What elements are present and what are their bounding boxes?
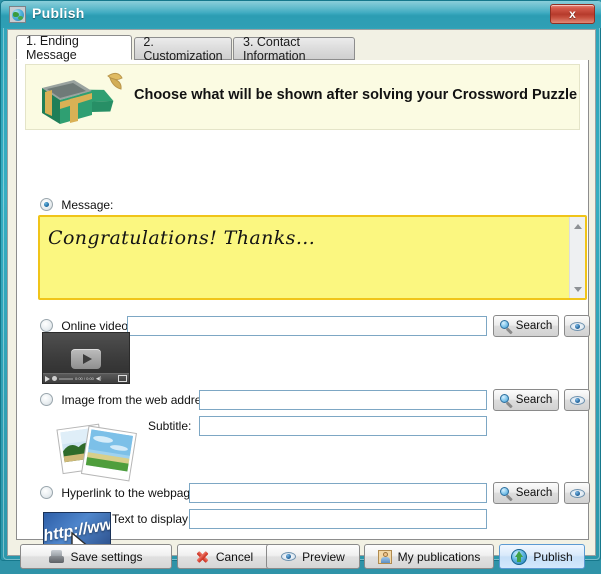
message-textarea-inner[interactable]: Congratulations! Thanks... <box>40 217 568 298</box>
photos-thumbnail <box>55 422 147 482</box>
scroll-up-icon[interactable] <box>570 218 586 234</box>
label-subtitle: Subtitle: <box>148 419 192 433</box>
footer-button-bar: Save settings Cancel Preview My publicat… <box>16 544 589 574</box>
hyperlink-search-label: Search <box>515 487 553 499</box>
cancel-x-icon <box>195 549 210 564</box>
cancel-label: Cancel <box>215 549 254 564</box>
volume-knob-icon <box>52 376 57 381</box>
video-controls-bar: 0:00 / 0:00 ◀) <box>43 373 129 383</box>
video-search-label: Search <box>515 320 553 332</box>
label-hyperlink-webpage: Hyperlink to the webpage: <box>61 485 201 500</box>
banner-text: Choose what will be shown after solving … <box>134 87 578 103</box>
video-time-label: 0:00 / 0:00 <box>75 376 94 381</box>
image-search-button[interactable]: Search <box>493 389 559 411</box>
title-bar: Publish x <box>1 1 601 28</box>
search-icon <box>499 486 513 501</box>
scroll-down-icon[interactable] <box>570 281 586 297</box>
label-image-web-address: Image from the web address: <box>61 392 217 407</box>
cancel-button[interactable]: Cancel <box>177 544 271 569</box>
person-icon <box>377 549 392 564</box>
radio-online-video[interactable] <box>40 319 53 333</box>
save-settings-button[interactable]: Save settings <box>20 544 172 569</box>
client-area: 1. Ending Message 2. Customization 3. Co… <box>7 29 596 569</box>
radio-hyperlink-webpage[interactable] <box>40 486 53 500</box>
image-subtitle-input[interactable] <box>199 416 487 436</box>
tab-contact-information[interactable]: 3. Contact Information <box>233 35 355 63</box>
image-url-input[interactable] <box>199 390 487 410</box>
title-bar-sheen <box>1 1 601 14</box>
image-preview-button[interactable] <box>564 389 590 411</box>
tab-panel-ending-message: Choose what will be shown after solving … <box>16 60 590 564</box>
tab-ending-message[interactable]: 1. Ending Message <box>16 34 132 62</box>
my-publications-label: My publications <box>397 549 481 564</box>
message-scrollbar[interactable] <box>569 217 585 298</box>
close-icon[interactable]: x <box>550 4 595 24</box>
label-text-to-display: Text to display: <box>112 512 192 526</box>
save-settings-label: Save settings <box>70 549 143 564</box>
image-search-label: Search <box>515 394 553 406</box>
gift-box-icon <box>34 66 126 130</box>
speaker-icon: ◀) <box>95 375 102 382</box>
publish-button[interactable]: Publish <box>499 544 585 569</box>
globe-icon <box>9 6 26 23</box>
video-player-thumbnail: 0:00 / 0:00 ◀) <box>42 332 130 384</box>
tab-strip: 1. Ending Message 2. Customization 3. Co… <box>16 34 589 63</box>
play-icon <box>71 349 101 369</box>
radio-row-video[interactable]: Online video: <box>40 318 131 333</box>
hyperlink-url-input[interactable] <box>189 483 487 503</box>
save-icon <box>49 550 65 563</box>
banner: Choose what will be shown after solving … <box>25 64 580 130</box>
fullscreen-icon <box>118 375 127 382</box>
eye-icon <box>569 486 585 501</box>
radio-message[interactable] <box>40 198 53 212</box>
hyperlink-preview-button[interactable] <box>564 482 590 504</box>
eye-icon <box>281 549 297 564</box>
preview-button[interactable]: Preview <box>266 544 360 569</box>
label-message: Message: <box>61 197 114 212</box>
publish-window: Publish x 1. Ending Message 2. Customiza… <box>0 0 601 569</box>
radio-row-message[interactable]: Message: <box>40 197 113 212</box>
eye-icon <box>569 319 585 334</box>
hyperlink-text-input[interactable] <box>189 509 487 529</box>
window-title: Publish <box>32 5 85 21</box>
eye-icon <box>569 393 585 408</box>
video-url-input[interactable] <box>127 316 487 336</box>
message-textarea[interactable]: Congratulations! Thanks... <box>38 215 587 300</box>
play-small-icon <box>45 375 50 382</box>
message-text-value: Congratulations! Thanks... <box>48 227 316 249</box>
my-publications-button[interactable]: My publications <box>364 544 494 569</box>
radio-row-image[interactable]: Image from the web address: <box>40 392 217 407</box>
search-icon <box>499 393 513 408</box>
label-online-video: Online video: <box>61 318 132 333</box>
preview-label: Preview <box>302 549 345 564</box>
volume-track <box>59 377 73 380</box>
tab-customization[interactable]: 2. Customization <box>134 35 232 63</box>
video-search-button[interactable]: Search <box>493 315 559 337</box>
video-preview-button[interactable] <box>564 315 590 337</box>
globe-upload-icon <box>511 548 528 565</box>
publish-label: Publish <box>533 549 573 564</box>
hyperlink-search-button[interactable]: Search <box>493 482 559 504</box>
search-icon <box>499 319 513 334</box>
radio-row-hyperlink[interactable]: Hyperlink to the webpage: <box>40 485 200 500</box>
radio-image-web-address[interactable] <box>40 393 53 407</box>
